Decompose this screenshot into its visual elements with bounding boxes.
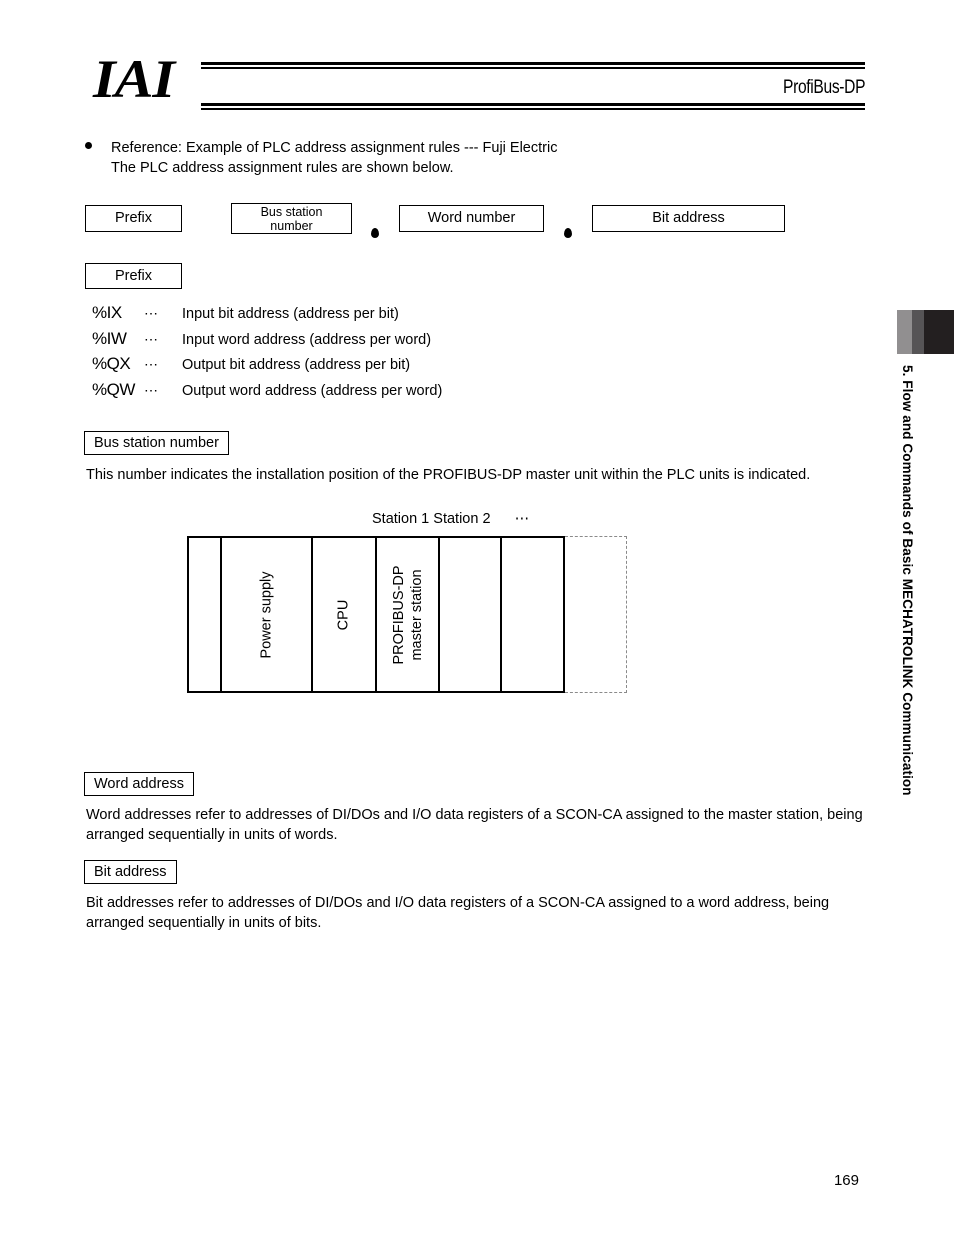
prefix-legend-list: %IX ⋯ Input bit address (address per bit…: [92, 303, 442, 405]
rack-cell-label: CPU: [335, 599, 352, 630]
header-title: ProfiBus-DP: [782, 77, 865, 98]
rack-cell-label-line-2: master station: [408, 568, 425, 661]
rack-cell-empty-left: [187, 536, 222, 693]
tab-band-mid: [912, 310, 924, 354]
rack-cell-slot-1: [438, 536, 502, 693]
rack-cell-cpu: CPU: [311, 536, 377, 693]
prefix-legend-row: %IW ⋯ Input word address (address per wo…: [92, 329, 442, 355]
iai-logo: IAI: [93, 49, 175, 109]
header-rule-group: [201, 62, 865, 112]
bus-station-paragraph: This number indicates the installation p…: [86, 467, 811, 483]
intro-bullet-block: Reference: Example of PLC address assign…: [85, 138, 865, 178]
rack-cell-label: PROFIBUS-DP master station: [390, 565, 426, 664]
section-heading-box-bus-station-number: Bus station number: [84, 431, 229, 455]
separator-dot-icon-2: [564, 228, 572, 238]
prefix-ellipsis-icon: ⋯: [144, 381, 159, 398]
prefix-code: %IW: [92, 328, 127, 348]
chapter-tab-marker: [897, 310, 954, 354]
page-number: 169: [833, 1172, 859, 1189]
section-heading-box-word-address: Word address: [84, 772, 194, 796]
bullet-dot-icon: [85, 142, 92, 149]
prefix-description: Output word address (address per word): [182, 382, 443, 399]
header-rule-top-inner: [201, 67, 865, 69]
prefix-ellipsis-icon: ⋯: [144, 330, 159, 347]
rack-cell-extension-placeholder: [565, 536, 627, 693]
section-heading-box-bit-address: Bit address: [84, 860, 177, 884]
prefix-description: Input bit address (address per bit): [182, 306, 399, 322]
header-rule-bottom-inner: [201, 103, 865, 106]
rack-cell-profibus-master-station: PROFIBUS-DP master station: [375, 536, 440, 693]
prefix-ellipsis-icon: ⋯: [144, 356, 159, 372]
plc-rack-diagram: Power supply CPU PROFIBUS-DP master stat…: [187, 536, 627, 693]
rack-cell-power-supply: Power supply: [220, 536, 313, 693]
rack-cell-label-line-1: PROFIBUS-DP: [390, 564, 407, 665]
prefix-legend-row: %QX ⋯ Output bit address (address per bi…: [92, 354, 442, 380]
prefix-code: %QX: [92, 354, 131, 373]
prefix-description: Output bit address (address per bit): [182, 357, 411, 373]
formula-bus-station-line-2: number: [270, 218, 313, 233]
document-page: IAI ProfiBus-DP 5. Flow and Commands of …: [0, 0, 954, 1235]
rack-cell-label: Power supply: [258, 570, 274, 659]
prefix-code: %QW: [92, 379, 135, 399]
header-rule-bottom-outer: [201, 108, 865, 110]
rack-caption-station-1: Station 1: [372, 511, 430, 527]
separator-dot-icon-1: [371, 228, 379, 238]
prefix-description: Input word address (address per word): [182, 331, 432, 348]
formula-box-prefix: Prefix: [85, 205, 182, 232]
rack-caption: Station 1 Station 2 ⋯: [372, 511, 531, 527]
prefix-legend-row: %IX ⋯ Input bit address (address per bit…: [92, 303, 442, 329]
section-heading-box-prefix: Prefix: [85, 263, 182, 289]
intro-line-1: Reference: Example of PLC address assign…: [111, 140, 558, 156]
rack-caption-station-2: Station 2: [433, 511, 491, 527]
tab-band-dark: [924, 310, 954, 354]
header-rule-top-outer: [201, 62, 865, 65]
intro-line-2: The PLC address assignment rules are sho…: [111, 160, 454, 176]
formula-box-word-number: Word number: [399, 205, 544, 232]
chapter-title-vertical: 5. Flow and Commands of Basic MECHATROLI…: [900, 365, 915, 796]
formula-box-bus-station: Bus station number: [231, 203, 352, 234]
formula-bus-station-line-1: Bus station: [260, 204, 323, 219]
prefix-code: %IX: [92, 303, 122, 322]
tab-band-light: [897, 310, 912, 354]
bit-address-paragraph: Bit addresses refer to addresses of DI/D…: [86, 895, 830, 931]
prefix-legend-row: %QW ⋯ Output word address (address per w…: [92, 380, 442, 406]
formula-box-bit-address: Bit address: [592, 205, 785, 232]
prefix-ellipsis-icon: ⋯: [144, 305, 159, 321]
rack-cell-slot-2: [500, 536, 565, 693]
word-address-paragraph: Word addresses refer to addresses of DI/…: [86, 807, 863, 843]
rack-caption-ellipsis-icon: ⋯: [514, 511, 531, 527]
